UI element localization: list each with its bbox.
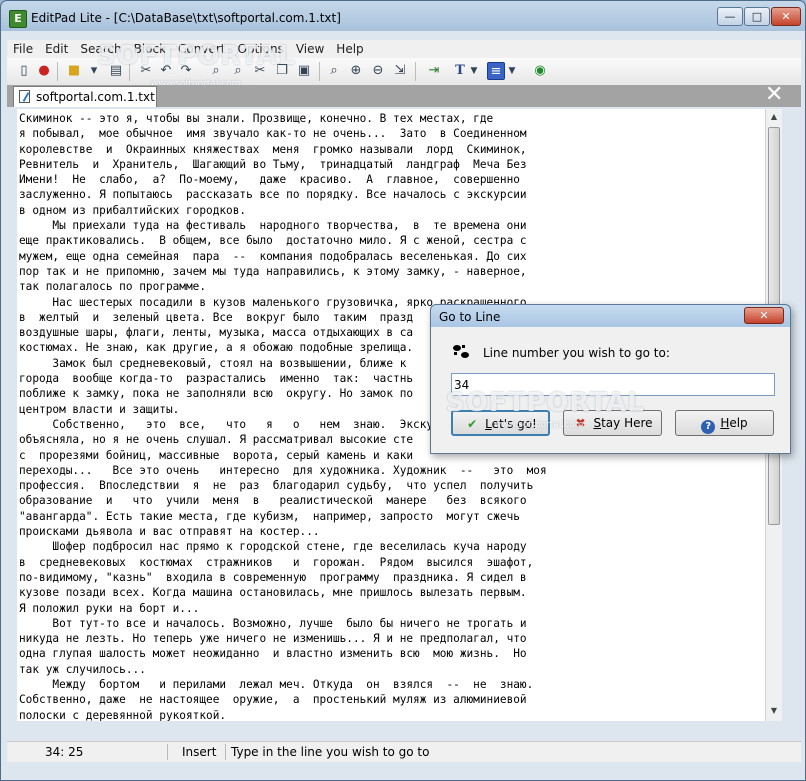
editor-line[interactable]: объясняла, но я не очень слушал. Я рассм… xyxy=(19,433,413,446)
dialog-title: Go to Line xyxy=(439,310,501,324)
font-dropdown-icon[interactable]: ▼ xyxy=(469,62,479,80)
editor-line[interactable]: костюмах. Не знаю, как другие, а я обожа… xyxy=(19,341,413,354)
close-button[interactable]: ✕ xyxy=(771,7,801,26)
editor-line[interactable]: происками дьявола и вас отправят на кост… xyxy=(19,525,320,538)
editor-line[interactable]: в желтый и зеленый цвета. Все вокруг был… xyxy=(19,311,413,324)
editor-line[interactable]: воздушные шары, флаги, ленты, музыка, ма… xyxy=(19,326,413,339)
search-icon[interactable]: ⌕ xyxy=(325,62,343,80)
cursor-position: 34: 25 xyxy=(45,745,84,759)
editor-line[interactable]: кузове позади всех. Когда машина останов… xyxy=(19,586,527,599)
tab-label: softportal.com.1.txt xyxy=(36,90,155,104)
footprints-icon xyxy=(453,345,469,358)
editor-line[interactable]: профессия. Впоследствии я не раз благода… xyxy=(19,479,533,492)
editor-line[interactable]: я побывал, мое обычное имя звучало как-т… xyxy=(19,127,527,140)
stay-here-label: tay Here xyxy=(601,416,653,430)
editor-line[interactable]: образование и что учили меня в реалистич… xyxy=(19,494,527,507)
open-folder-icon[interactable]: ■ xyxy=(65,62,83,80)
watermark-brand-2: SOFTPORTAL xyxy=(446,388,645,418)
paste-icon[interactable]: ▣ xyxy=(295,62,313,80)
help-underlined: H xyxy=(720,416,730,430)
editor-line[interactable]: центром власти и защиты. xyxy=(19,403,179,416)
editor-line[interactable]: Собственно, даже не настоящее оружие, а … xyxy=(19,693,527,706)
help-label: elp xyxy=(729,416,748,430)
editor-line[interactable]: заслуженно. Я попытаюсь рассказать все п… xyxy=(19,188,527,201)
line-number-label: Line number you wish to go to: xyxy=(483,346,670,360)
maximize-button[interactable]: □ xyxy=(744,7,770,26)
editor-line[interactable]: с прорезями бойниц, массивные ворота, се… xyxy=(19,449,413,462)
editor-line[interactable]: Мы приехали туда на фестиваль народного … xyxy=(19,219,526,232)
editor-line[interactable]: Собственно, это все, что я о нем знаю. Э… xyxy=(19,418,446,431)
editor-line[interactable]: Вот тут-то все и началось. Возможно, луч… xyxy=(19,617,526,630)
editor-line[interactable]: по-видимому, "казнь" входила в современн… xyxy=(19,571,527,584)
wrap-dropdown-icon[interactable]: ▼ xyxy=(507,62,517,80)
editor-line[interactable]: переходы... Все это очень интересно для … xyxy=(19,464,547,477)
editor-line[interactable]: "авангарда". Есть такие места, где кубиз… xyxy=(19,510,520,523)
editor-line[interactable]: Я положил руки на борт и... xyxy=(19,602,199,615)
editor-line[interactable]: одна глупая шалость может неожиданно и в… xyxy=(19,647,527,660)
editor-line[interactable]: Имени! Не слабо, а? По-моему, даже краси… xyxy=(19,173,520,186)
help-icon: ? xyxy=(701,420,716,434)
editor-line[interactable]: никуда не лезть. Но теперь уже ничего не… xyxy=(19,632,527,645)
new-file-icon[interactable]: ▯ xyxy=(15,62,33,80)
minimize-button[interactable]: — xyxy=(717,7,743,26)
window-title: EditPad Lite - [C:\DataBase\txt\softport… xyxy=(31,11,341,25)
title-bar[interactable]: E EditPad Lite - [C:\DataBase\txt\softpo… xyxy=(1,1,805,37)
toolbar-separator xyxy=(319,62,320,81)
tab-strip: softportal.com.1.txt ✕ xyxy=(7,83,801,107)
toolbar-separator xyxy=(415,62,416,81)
scroll-down-icon[interactable]: ▼ xyxy=(766,703,782,719)
editor-line[interactable]: Скиминок -- это я, чтобы вы знали. Прозв… xyxy=(19,112,493,125)
font-icon[interactable]: T xyxy=(451,62,469,80)
zoom-out-icon[interactable]: ⊖ xyxy=(369,62,387,80)
editor-line[interactable]: города вообще когда-то разрастались имен… xyxy=(19,372,413,385)
goto-page-icon[interactable]: ⇲ xyxy=(391,62,409,80)
editor-line[interactable]: королевстве и Окраинных княжествах меня … xyxy=(19,143,527,156)
menu-file[interactable]: File xyxy=(7,40,39,58)
watermark-brand: SOFTPORTAL xyxy=(97,41,296,71)
insert-line-icon[interactable]: ⇥ xyxy=(425,62,443,80)
menu-edit[interactable]: Edit xyxy=(39,40,74,58)
dialog-close-button[interactable]: ✕ xyxy=(744,307,784,324)
editor-line[interactable]: пор так и не припомню, зачем мы туда нап… xyxy=(19,265,527,278)
editor-line[interactable]: мужем, еще одна семейная пара -- компани… xyxy=(19,250,527,263)
toolbar-separator xyxy=(57,62,58,81)
stay-here-underlined: S xyxy=(593,416,602,430)
editor-line[interactable]: так полагалось по программе. xyxy=(19,280,206,293)
status-divider xyxy=(167,744,168,760)
editor-line[interactable]: Между бортом и перилами лежал меч. Откуд… xyxy=(19,678,533,691)
tab-softportal-file[interactable]: softportal.com.1.txt xyxy=(13,86,157,107)
editor-line[interactable]: Замок был средневековый, стоял на возвыш… xyxy=(19,357,406,370)
editor-line[interactable]: в одном из прибалтийских городков. xyxy=(19,204,246,217)
editor-line[interactable]: полоски с деревянной рукояткой. xyxy=(19,709,226,721)
edit-mode: Insert xyxy=(182,745,217,759)
close-file-icon[interactable]: ● xyxy=(35,62,53,80)
editor-line[interactable]: еще практиковались. В общем, все было до… xyxy=(19,234,527,247)
web-icon[interactable]: ◉ xyxy=(531,62,549,80)
status-bar: 34: 25 Insert Type in the line you wish … xyxy=(7,741,801,762)
editpad-app-icon: E xyxy=(9,10,27,28)
scroll-up-icon[interactable]: ▲ xyxy=(766,109,782,125)
close-tab-icon[interactable]: ✕ xyxy=(765,83,797,107)
editor-line[interactable]: Шофер подбросил нас прямо к городской ст… xyxy=(19,540,526,553)
menu-help[interactable]: Help xyxy=(330,40,369,58)
editor-line[interactable]: Ревнитель и Хранитель, Шагающий во Тьму,… xyxy=(19,158,527,171)
editor-line[interactable]: поближе к замку, пока не заполняли всю о… xyxy=(19,387,413,400)
editor-line[interactable]: в средневековых костюмах стражников и го… xyxy=(19,556,533,569)
status-message: Type in the line you wish to go to xyxy=(231,745,430,759)
editor-line[interactable]: так уж случилось... xyxy=(19,663,146,676)
word-wrap-icon[interactable]: ≡ xyxy=(487,62,505,80)
watermark-url-2: www.softportal.com xyxy=(494,420,584,430)
status-divider xyxy=(225,744,226,760)
help-button[interactable]: ? Help xyxy=(675,410,774,436)
go-to-line-dialog: Go to Line ✕ Line number you wish to go … xyxy=(430,304,791,454)
zoom-in-icon[interactable]: ⊕ xyxy=(347,62,365,80)
text-file-icon xyxy=(19,90,30,103)
